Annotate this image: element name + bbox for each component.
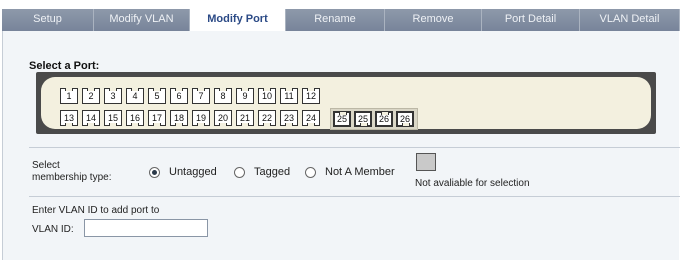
port-18[interactable]: 18 [170,110,188,126]
port-24[interactable]: 24 [302,110,320,126]
tab-modify-vlan[interactable]: Modify VLAN [94,9,190,31]
port-10[interactable]: 10 [258,88,276,104]
vlan-id-label: VLAN ID: [32,224,74,235]
port-20[interactable]: 20 [214,110,232,126]
radio-untagged[interactable]: Untagged [149,166,217,178]
select-port-title: Select a Port: [29,60,100,72]
membership-label-line1: Select [32,160,60,171]
radio-tagged-label: Tagged [254,166,291,178]
port-1[interactable]: 1 [60,88,78,104]
port-5[interactable]: 5 [148,88,166,104]
tab-vlan-detail[interactable]: VLAN Detail [580,9,680,31]
port-12[interactable]: 12 [302,88,320,104]
tab-port-detail[interactable]: Port Detail [482,9,580,31]
port-8[interactable]: 8 [214,88,232,104]
membership-label: Select membership type: [32,160,111,184]
port-13[interactable]: 13 [60,110,78,126]
port-6[interactable]: 6 [170,88,188,104]
radio-untagged-label: Untagged [169,166,217,178]
not-available-label: Not avaliable for selection [415,178,530,189]
radio-not-a-member[interactable]: Not A Member [305,166,395,178]
tab-bar: Setup Modify VLAN Modify Port Rename Rem… [2,9,680,31]
port-2[interactable]: 2 [82,88,100,104]
vlan-prompt: Enter VLAN ID to add port to [32,205,160,216]
port-9[interactable]: 9 [236,88,254,104]
port-16[interactable]: 16 [126,110,144,126]
port-23[interactable]: 23 [280,110,298,126]
not-available-swatch [416,153,436,171]
radio-tagged-button[interactable] [234,166,245,178]
switch-faceplate: 1 2 3 4 5 6 7 8 9 10 11 12 13 14 15 16 17 18 19 20 21 22 23 24 2… [36,72,656,134]
port-14[interactable]: 14 [82,110,100,126]
tab-setup[interactable]: Setup [2,9,94,31]
port-11[interactable]: 11 [280,88,298,104]
radio-not-a-member-label: Not A Member [325,166,395,178]
port-22[interactable]: 22 [258,110,276,126]
sfp-port-26[interactable]: 26 [375,111,393,127]
switch-faceplate-inner: 1 2 3 4 5 6 7 8 9 10 11 12 13 14 15 16 17 18 19 20 21 22 23 24 2… [41,77,651,130]
tab-rename[interactable]: Rename [286,9,385,31]
port-21[interactable]: 21 [236,110,254,126]
divider [29,196,680,197]
sfp-port-25[interactable]: 25 [333,111,351,127]
port-3[interactable]: 3 [104,88,122,104]
membership-label-line2: membership type: [32,172,112,183]
radio-tagged[interactable]: Tagged [234,166,290,178]
port-17[interactable]: 17 [148,110,166,126]
sfp-port-26[interactable]: 26 [396,111,414,127]
port-19[interactable]: 19 [192,110,210,126]
radio-not-a-member-button[interactable] [305,166,316,178]
port-15[interactable]: 15 [104,110,122,126]
port-4[interactable]: 4 [126,88,144,104]
tab-modify-port[interactable]: Modify Port [190,9,286,31]
tab-remove[interactable]: Remove [385,9,482,31]
divider [29,147,680,148]
vlan-id-input[interactable] [84,219,208,237]
radio-untagged-button[interactable] [149,166,160,178]
sfp-port-25[interactable]: 25 [354,111,372,127]
port-7[interactable]: 7 [192,88,210,104]
